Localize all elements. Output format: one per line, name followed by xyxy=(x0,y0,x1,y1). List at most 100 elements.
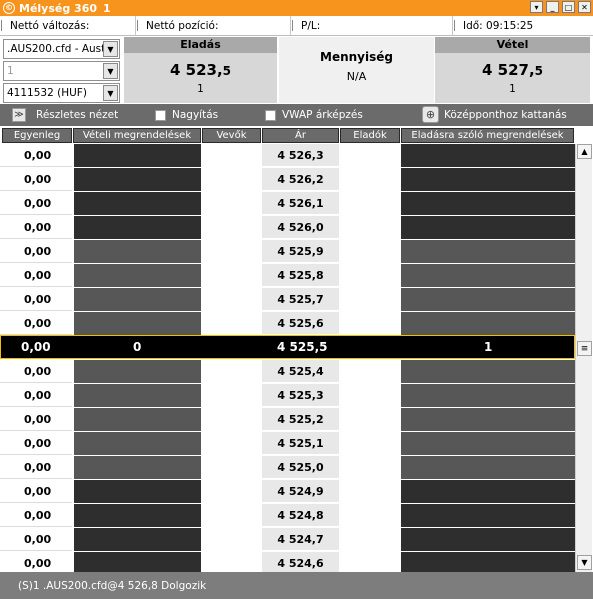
sell-orders-cell[interactable] xyxy=(401,528,575,551)
buy-orders-cell[interactable] xyxy=(74,360,201,383)
sellers-cell[interactable] xyxy=(341,480,399,503)
sell-price-box[interactable]: Eladás 4 523,5 1 xyxy=(124,37,277,103)
table-row[interactable]: 0,00 4 524,8 xyxy=(0,504,575,528)
price-cell[interactable]: 4 525,6 xyxy=(262,312,339,335)
sellers-cell[interactable] xyxy=(341,360,399,383)
price-cell[interactable]: 4 525,0 xyxy=(262,456,339,479)
chevron-down-icon[interactable]: ▼ xyxy=(103,41,118,57)
buyers-cell[interactable] xyxy=(203,432,260,455)
buy-orders-cell[interactable] xyxy=(74,216,201,239)
buyers-cell[interactable] xyxy=(203,288,260,311)
table-row[interactable]: 0,00 4 525,9 xyxy=(0,240,575,264)
buyers-cell[interactable] xyxy=(203,552,260,572)
sell-orders-cell[interactable] xyxy=(401,240,575,263)
table-row[interactable]: 0,00 4 525,8 xyxy=(0,264,575,288)
buy-orders-cell[interactable] xyxy=(74,168,201,191)
sellers-cell[interactable] xyxy=(341,168,399,191)
table-row[interactable]: 0,00 4 525,2 xyxy=(0,408,575,432)
col-sellers[interactable]: Eladók xyxy=(340,128,400,143)
sellers-cell[interactable] xyxy=(341,384,399,407)
buy-orders-cell[interactable] xyxy=(74,432,201,455)
minimize-icon[interactable]: _ xyxy=(546,1,559,13)
col-buy-orders[interactable]: Vételi megrendelések xyxy=(73,128,201,143)
buy-orders-cell[interactable] xyxy=(74,192,201,215)
buy-orders-cell[interactable] xyxy=(74,264,201,287)
price-cell[interactable]: 4 525,4 xyxy=(262,360,339,383)
sell-orders-cell[interactable] xyxy=(401,264,575,287)
price-cell[interactable]: 4 525,3 xyxy=(262,384,339,407)
buyers-cell[interactable] xyxy=(203,504,260,527)
price-cell[interactable]: 4 524,7 xyxy=(262,528,339,551)
sell-orders-cell[interactable] xyxy=(401,552,575,572)
buyers-cell[interactable] xyxy=(203,192,260,215)
sell-orders-cell[interactable] xyxy=(401,288,575,311)
sellers-cell[interactable] xyxy=(341,432,399,455)
buy-orders-cell[interactable] xyxy=(74,312,201,335)
sellers-cell[interactable] xyxy=(341,504,399,527)
crosshair-icon[interactable]: ⊕ xyxy=(422,106,439,123)
buy-orders-cell[interactable] xyxy=(74,408,201,431)
price-cell[interactable]: 4 526,2 xyxy=(262,168,339,191)
table-row[interactable]: 0,00 4 525,7 xyxy=(0,288,575,312)
buyers-cell[interactable] xyxy=(203,480,260,503)
buyers-cell[interactable] xyxy=(203,384,260,407)
buyers-cell[interactable] xyxy=(203,408,260,431)
sellers-cell[interactable] xyxy=(341,552,399,572)
table-row[interactable]: 0,00 4 524,7 xyxy=(0,528,575,552)
price-cell[interactable]: 4 524,8 xyxy=(262,504,339,527)
price-cell[interactable]: 4 525,9 xyxy=(262,240,339,263)
buyers-cell[interactable] xyxy=(203,240,260,263)
zoom-checkbox[interactable] xyxy=(155,110,166,121)
scroll-down-icon[interactable]: ▼ xyxy=(577,555,592,570)
buyers-cell[interactable] xyxy=(203,168,260,191)
sell-orders-cell[interactable] xyxy=(401,192,575,215)
sell-orders-cell[interactable] xyxy=(401,168,575,191)
table-row[interactable]: 0,00 4 525,3 xyxy=(0,384,575,408)
buy-orders-cell[interactable] xyxy=(74,528,201,551)
sell-orders-cell[interactable] xyxy=(401,432,575,455)
table-row[interactable]: 0,00 4 526,0 xyxy=(0,216,575,240)
buy-orders-cell[interactable] xyxy=(74,480,201,503)
sell-orders-cell[interactable] xyxy=(401,480,575,503)
sellers-cell[interactable] xyxy=(341,216,399,239)
price-cell[interactable]: 4 525,1 xyxy=(262,432,339,455)
table-row[interactable]: 0,00 4 526,3 xyxy=(0,144,575,168)
buyers-cell[interactable] xyxy=(203,528,260,551)
table-row[interactable]: 0,00 4 525,4 xyxy=(0,360,575,384)
quantity-field[interactable]: 1 ▼ xyxy=(3,61,120,81)
sellers-cell[interactable] xyxy=(341,408,399,431)
buy-orders-cell[interactable] xyxy=(74,552,201,572)
scroll-up-icon[interactable]: ▲ xyxy=(577,144,592,159)
sell-orders-cell[interactable] xyxy=(401,408,575,431)
sellers-cell[interactable] xyxy=(341,312,399,335)
sellers-cell[interactable] xyxy=(341,456,399,479)
price-cell[interactable]: 4 526,3 xyxy=(262,144,339,167)
sell-orders-cell[interactable] xyxy=(401,504,575,527)
sell-orders-cell[interactable] xyxy=(401,216,575,239)
center-snap-label[interactable]: Középponthoz kattanás xyxy=(444,109,567,121)
price-cell[interactable]: 4 524,6 xyxy=(262,552,339,572)
buy-orders-cell[interactable] xyxy=(74,456,201,479)
buyers-cell[interactable] xyxy=(203,312,260,335)
price-cell[interactable]: 4 526,1 xyxy=(262,192,339,215)
menu-arrow-icon[interactable]: ▾ xyxy=(530,1,543,13)
sellers-cell[interactable] xyxy=(341,192,399,215)
col-sell-orders[interactable]: Eladásra szóló megrendelések xyxy=(401,128,574,143)
vwap-checkbox[interactable] xyxy=(265,110,276,121)
buy-orders-cell[interactable] xyxy=(74,384,201,407)
sell-orders-cell[interactable] xyxy=(401,144,575,167)
col-buyers[interactable]: Vevők xyxy=(202,128,261,143)
table-row[interactable]: 0,00 4 525,6 xyxy=(0,312,575,336)
sellers-cell[interactable] xyxy=(341,264,399,287)
maximize-icon[interactable]: □ xyxy=(562,1,575,13)
sellers-cell[interactable] xyxy=(341,288,399,311)
detailed-view-label[interactable]: Részletes nézet xyxy=(36,109,118,121)
buyers-cell[interactable] xyxy=(203,216,260,239)
sellers-cell[interactable] xyxy=(341,240,399,263)
table-row[interactable]: 0,00 4 524,9 xyxy=(0,480,575,504)
buyers-cell[interactable] xyxy=(203,264,260,287)
buy-orders-cell[interactable] xyxy=(74,288,201,311)
price-cell[interactable]: 4 524,9 xyxy=(262,480,339,503)
chevron-down-icon[interactable]: ▼ xyxy=(103,63,118,79)
instrument-dropdown[interactable]: .AUS200.cfd - Aust ▼ xyxy=(3,39,120,59)
